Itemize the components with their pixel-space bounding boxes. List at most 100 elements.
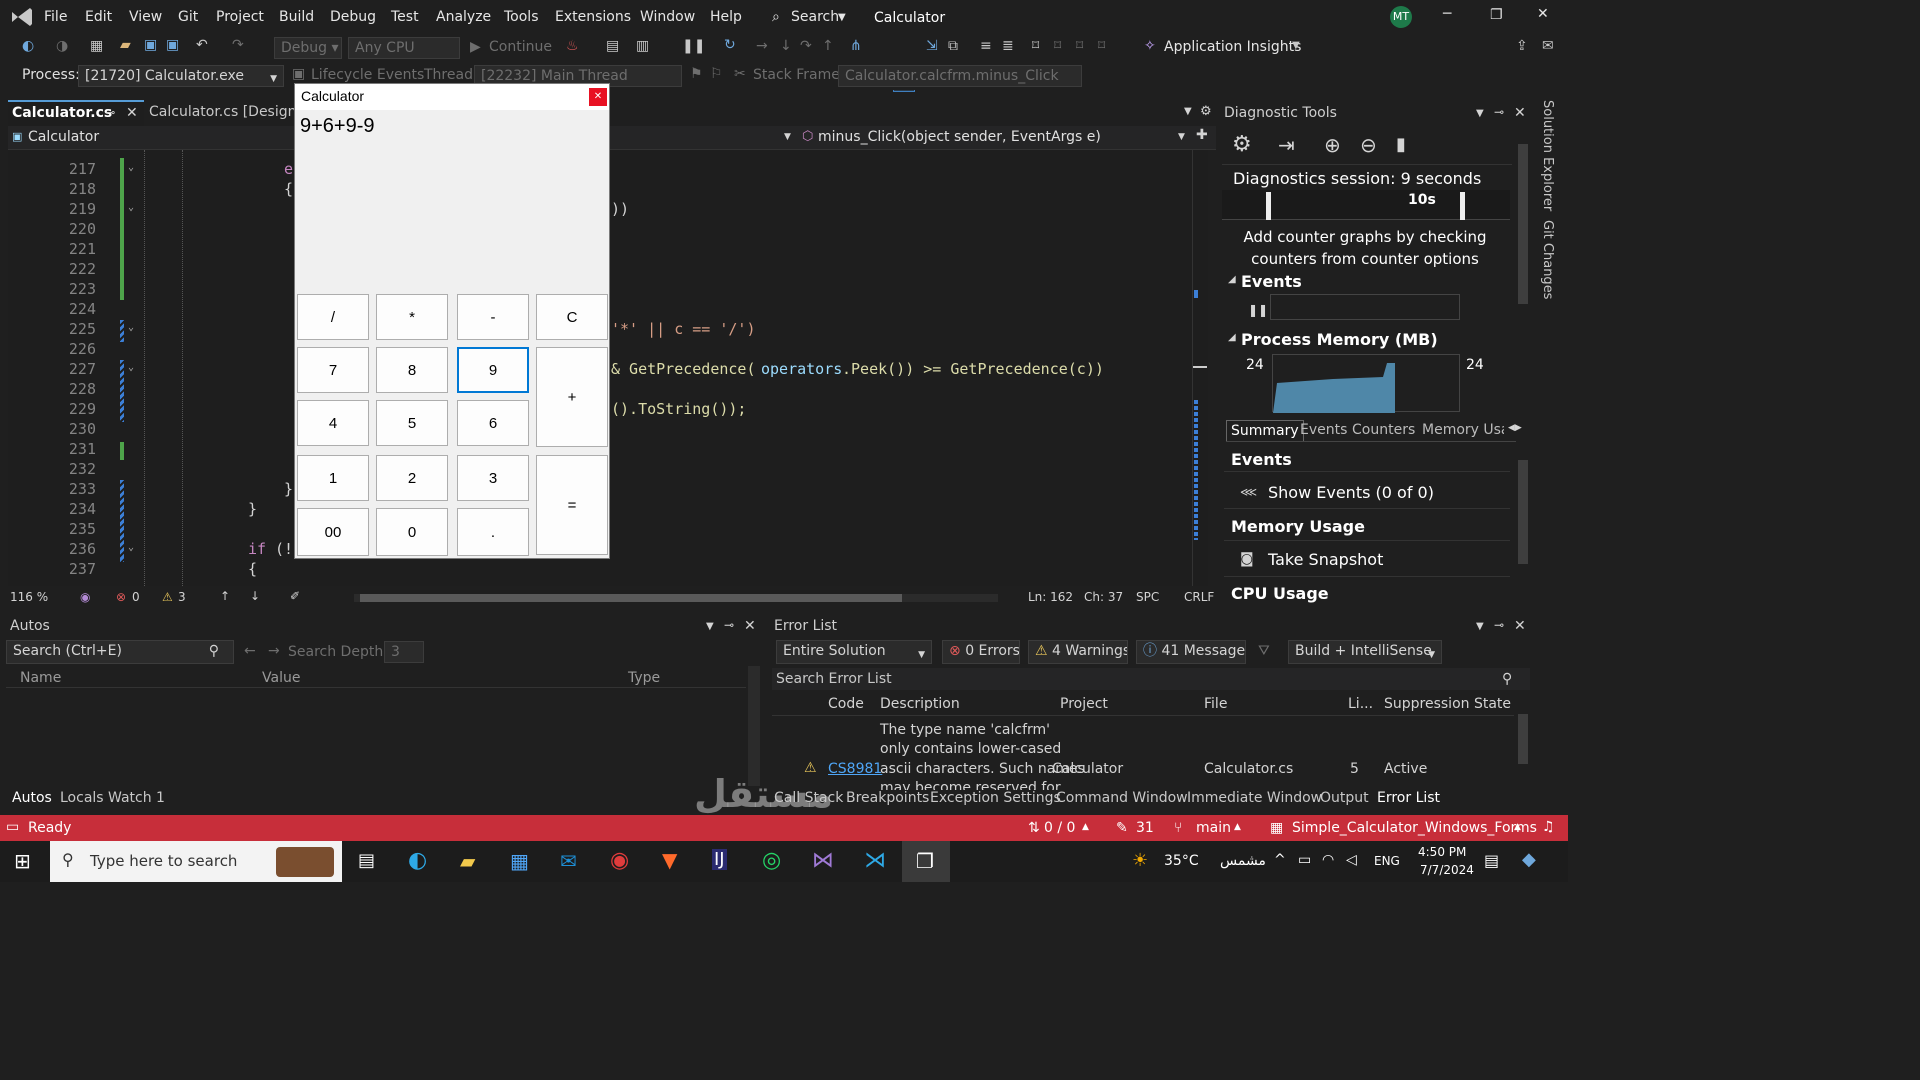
chevron-down-icon[interactable]: ▼ <box>1476 621 1484 632</box>
process-dropdown[interactable]: [21720] Calculator.exe ▼ <box>78 65 284 87</box>
wifi-icon[interactable]: ◠ <box>1322 852 1334 868</box>
pin-icon[interactable]: ⊸ <box>1494 618 1504 632</box>
new-project-icon[interactable]: ▦ <box>90 38 103 54</box>
errors-filter-button[interactable]: ⊗ 0 Errors <box>942 640 1020 664</box>
arrow-right-icon[interactable]: → <box>268 643 280 659</box>
forward-icon[interactable]: ◑ <box>56 38 68 54</box>
record-icon[interactable]: ◉ <box>610 848 629 873</box>
memory-graph[interactable] <box>1272 354 1460 413</box>
close-icon[interactable]: ✕ <box>1514 618 1526 634</box>
restart-icon[interactable]: ↻ <box>724 37 736 53</box>
step-into-icon[interactable]: ↓ <box>780 38 792 54</box>
copilot-icon[interactable]: ◆ <box>1522 849 1536 870</box>
tab-calculator-cs[interactable]: Calculator.cs ⊸ ✕ <box>8 100 144 126</box>
gear-icon[interactable]: ⚙ <box>1200 104 1212 119</box>
table-row[interactable]: ⚠ CS8981 The type name 'calcfrm' only co… <box>772 718 1514 790</box>
equals-button[interactable]: = <box>536 455 608 555</box>
double-zero-button[interactable]: 00 <box>297 508 369 556</box>
continue-button[interactable]: Continue <box>489 39 552 55</box>
repository-name[interactable]: Simple_Calculator_Windows_Forms <box>1292 820 1537 836</box>
build-source-dropdown[interactable]: Build + IntelliSense ▼ <box>1288 640 1442 664</box>
tab-output[interactable]: Output <box>1320 790 1369 806</box>
edge-icon[interactable]: ◐ <box>408 848 427 873</box>
timeline-start-handle[interactable] <box>1266 192 1271 220</box>
tab-call-stack[interactable]: Call Stack <box>774 790 843 806</box>
zero-button[interactable]: 0 <box>376 508 448 556</box>
save-icon[interactable]: ▣ <box>144 37 157 53</box>
vertical-scrollbar[interactable] <box>748 666 760 786</box>
collapse-icon[interactable]: ⌄ <box>128 162 134 173</box>
column-indicator[interactable]: Ch: 37 <box>1084 590 1123 604</box>
brave-icon[interactable]: ▼ <box>662 848 677 872</box>
close-icon[interactable]: ✕ <box>589 88 607 106</box>
messages-filter-button[interactable]: ⓘ 41 Messages <box>1136 640 1246 664</box>
feedback-icon[interactable]: ✉ <box>1542 38 1554 54</box>
tab-locals[interactable]: Locals <box>60 790 104 806</box>
language-indicator[interactable]: ENG <box>1374 854 1400 868</box>
tab-error-list[interactable]: Error List <box>1377 790 1440 806</box>
git-changes-tab[interactable]: Git Changes <box>1540 220 1555 299</box>
store-icon[interactable]: ▦ <box>510 849 529 873</box>
show-events-link[interactable]: Show Events (0 of 0) <box>1268 483 1434 502</box>
weather-temperature[interactable]: 35°C <box>1164 853 1199 869</box>
menu-project[interactable]: Project <box>216 9 264 25</box>
seven-button[interactable]: 7 <box>297 347 369 393</box>
nine-button[interactable]: 9 <box>457 347 529 393</box>
bookmark-icon[interactable]: ⌑ <box>1032 38 1039 54</box>
platform-dropdown[interactable]: Any CPU <box>348 37 460 59</box>
live-share-icon[interactable]: ⇪ <box>1516 38 1528 54</box>
filter-icon[interactable]: ⛛ <box>1258 643 1270 659</box>
column-name[interactable]: Name <box>20 670 61 686</box>
tab-memory-usage[interactable]: Memory Usage <box>1422 422 1504 438</box>
scroll-thumb[interactable] <box>1518 144 1528 304</box>
arrow-down-icon[interactable]: ↓ <box>250 589 260 603</box>
tab-watch-1[interactable]: Watch 1 <box>108 790 165 806</box>
flag-icon[interactable]: ⚑ <box>690 66 703 82</box>
collapse-icon[interactable]: ◢ <box>1228 332 1236 343</box>
copilot-icon[interactable]: ◉ <box>80 590 90 604</box>
two-button[interactable]: 2 <box>376 455 448 501</box>
error-code-link[interactable]: CS8981 <box>828 761 882 777</box>
search-depth-dropdown[interactable]: 3 <box>384 641 424 663</box>
taskbar-search-input[interactable]: ⚲ Type here to search <box>50 841 342 882</box>
whatsapp-icon[interactable]: ◎ <box>762 848 781 873</box>
vertical-scrollbar[interactable] <box>1516 130 1530 410</box>
arrow-left-icon[interactable]: ← <box>244 643 256 659</box>
branch-icon[interactable]: ⑂ <box>1174 820 1182 836</box>
indent-icon[interactable]: ≡ <box>980 38 992 54</box>
repository-icon[interactable]: ▦ <box>1270 820 1283 836</box>
column-project[interactable]: Project <box>1060 696 1108 712</box>
five-button[interactable]: 5 <box>376 400 448 446</box>
four-button[interactable]: 4 <box>297 400 369 446</box>
search-button[interactable]: Search <box>791 9 839 25</box>
hierarchy-icon[interactable]: ⋔ <box>850 38 862 54</box>
minus-button[interactable]: - <box>457 294 529 340</box>
one-button[interactable]: 1 <box>297 455 369 501</box>
tab-breakpoints[interactable]: Breakpoints <box>846 790 929 806</box>
tab-calculator-design[interactable]: Calculator.cs [Design] <box>149 104 302 120</box>
solution-explorer-tab[interactable]: Solution Explorer <box>1540 100 1555 211</box>
clock-date[interactable]: 7/7/2024 <box>1420 863 1474 877</box>
column-suppression-state[interactable]: Suppression State <box>1384 696 1511 712</box>
pin-icon[interactable]: ⊸ <box>106 106 115 119</box>
gear-icon[interactable]: ⚙ <box>1232 132 1252 157</box>
line-ending-indicator[interactable]: CRLF <box>1184 590 1214 604</box>
column-value[interactable]: Value <box>262 670 300 686</box>
save-all-icon[interactable]: ▣ <box>166 37 179 53</box>
tab-summary[interactable]: Summary <box>1226 420 1304 441</box>
menu-extensions[interactable]: Extensions <box>555 9 631 25</box>
task-view-icon[interactable]: ▤ <box>358 850 375 871</box>
pause-icon[interactable]: ❚❚ <box>1248 303 1268 317</box>
tab-scroll-icon[interactable]: ◀▶ <box>1508 423 1522 433</box>
battery-icon[interactable]: ▭ <box>1298 852 1311 868</box>
vertical-scrollbar[interactable] <box>1516 694 1530 786</box>
step-back-icon[interactable]: ↑ <box>822 38 834 54</box>
step-over-icon[interactable]: → <box>756 38 768 54</box>
line-indicator[interactable]: Ln: 162 <box>1028 590 1073 604</box>
menu-analyze[interactable]: Analyze <box>436 9 491 25</box>
clear-button[interactable]: C <box>536 294 608 340</box>
filter-thread-icon[interactable]: ⚐ <box>710 66 723 82</box>
column-line[interactable]: Li... <box>1348 696 1373 712</box>
chevron-down-icon[interactable]: ▼ <box>1178 132 1185 142</box>
warning-icon[interactable]: ⚠ <box>162 590 173 604</box>
